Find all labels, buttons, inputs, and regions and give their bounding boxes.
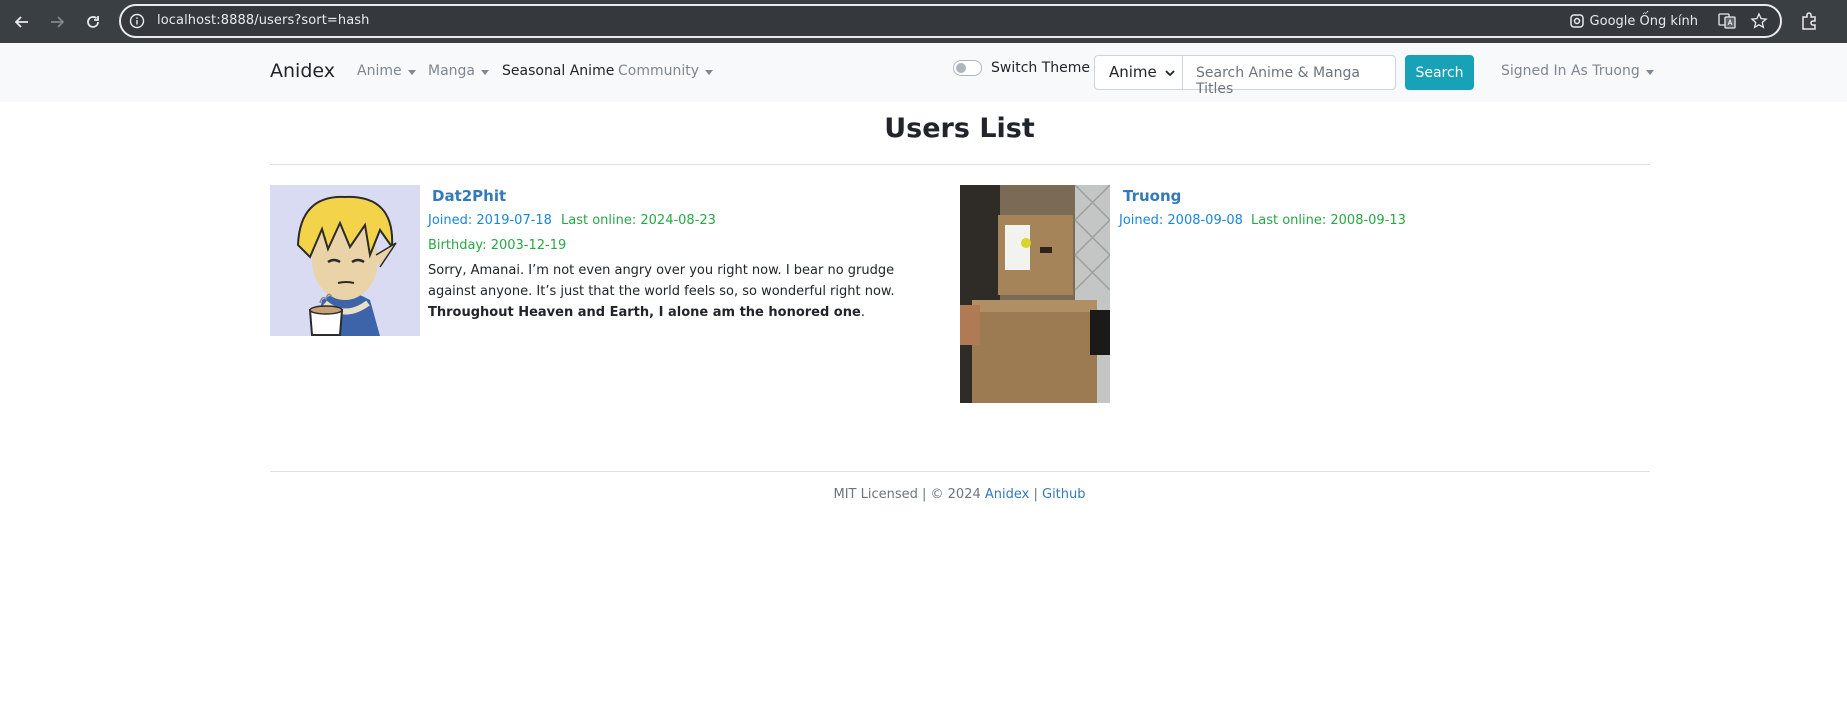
theme-switch[interactable]: Switch Theme [953, 60, 1090, 76]
avatar-image [960, 185, 1110, 403]
nav-manga-dropdown[interactable]: Manga [428, 63, 489, 79]
user-menu-label: Signed In As Truong [1501, 63, 1640, 79]
lens-label: Google Ống kính [1589, 13, 1698, 29]
nav-community-dropdown[interactable]: Community [618, 63, 714, 79]
footer-separator: | [1029, 487, 1042, 502]
search-input[interactable]: Search Anime & Manga Titles [1183, 55, 1396, 97]
username-link[interactable]: Dat2Phit [432, 187, 506, 205]
extensions-icon[interactable] [1799, 10, 1821, 32]
caret-down-icon [1645, 69, 1654, 75]
translate-icon[interactable] [1718, 12, 1736, 30]
footer-github-link[interactable]: Github [1042, 487, 1086, 502]
caret-down-icon [481, 69, 489, 75]
nav-seasonal-anime[interactable]: Seasonal Anime [502, 63, 614, 79]
switch-theme-label: Switch Theme [991, 60, 1091, 76]
last-online-date: Last online: 2024-08-23 [561, 213, 716, 228]
footer-license: MIT Licensed | © 2024 [833, 487, 985, 502]
bio-end: . [860, 305, 865, 320]
search-type-value: Anime [1109, 63, 1157, 81]
joined-date: Joined: 2008-09-08 [1119, 213, 1243, 228]
user-bio: Sorry, Amanai. I’m not even angry over y… [428, 260, 928, 323]
reload-icon [87, 16, 99, 28]
browser-toolbar: localhost:8888/users?sort=hash Google Ốn… [0, 0, 1847, 43]
forward-button[interactable] [44, 9, 70, 35]
search-type-select[interactable]: Anime [1094, 55, 1183, 90]
lens-icon [1569, 14, 1584, 28]
chevron-down-icon [1165, 70, 1175, 77]
caret-down-icon [705, 69, 714, 75]
bookmark-star-icon[interactable] [1750, 12, 1768, 30]
user-avatar[interactable] [960, 185, 1110, 403]
avatar-image [270, 185, 420, 336]
footer: MIT Licensed | © 2024 Anidex | Github [0, 487, 1847, 502]
nav-manga-label: Manga [428, 63, 475, 79]
nav-seasonal-label: Seasonal Anime [502, 63, 615, 79]
site-navbar: Anidex Anime Manga Seasonal Anime Commun… [0, 43, 1847, 102]
back-arrow-icon [14, 16, 28, 28]
forward-arrow-icon [51, 16, 65, 28]
nav-anime-dropdown[interactable]: Anime [357, 63, 416, 79]
user-menu-dropdown[interactable]: Signed In As Truong [1501, 63, 1654, 79]
reload-button[interactable] [80, 9, 106, 35]
birthday-date: Birthday: 2003-12-19 [428, 238, 567, 253]
bio-bold-text: Throughout Heaven and Earth, I alone am … [428, 305, 861, 320]
search-button[interactable]: Search [1405, 55, 1474, 90]
address-bar[interactable]: localhost:8888/users?sort=hash Google Ốn… [119, 4, 1782, 38]
nav-community-label: Community [618, 63, 700, 79]
nav-anime-label: Anime [357, 63, 402, 79]
google-lens-button[interactable]: Google Ống kính [1569, 11, 1698, 31]
last-online-date: Last online: 2008-09-13 [1251, 213, 1406, 228]
theme-toggle[interactable] [953, 60, 982, 76]
username-link[interactable]: Truong [1123, 187, 1181, 205]
bio-text: Sorry, Amanai. I’m not even angry over y… [428, 263, 895, 299]
joined-date: Joined: 2019-07-18 [428, 213, 552, 228]
url-text[interactable]: localhost:8888/users?sort=hash [157, 13, 370, 28]
divider [270, 471, 1650, 472]
back-button[interactable] [9, 9, 35, 35]
caret-down-icon [407, 69, 416, 75]
divider [270, 164, 1650, 165]
footer-anidex-link[interactable]: Anidex [985, 487, 1029, 502]
search-placeholder: Search Anime & Manga Titles [1196, 65, 1360, 97]
toggle-knob [956, 63, 966, 73]
page-title: Users List [884, 113, 1035, 144]
site-info-icon[interactable] [129, 13, 145, 29]
user-avatar[interactable] [270, 185, 420, 336]
brand-logo[interactable]: Anidex [270, 60, 335, 82]
